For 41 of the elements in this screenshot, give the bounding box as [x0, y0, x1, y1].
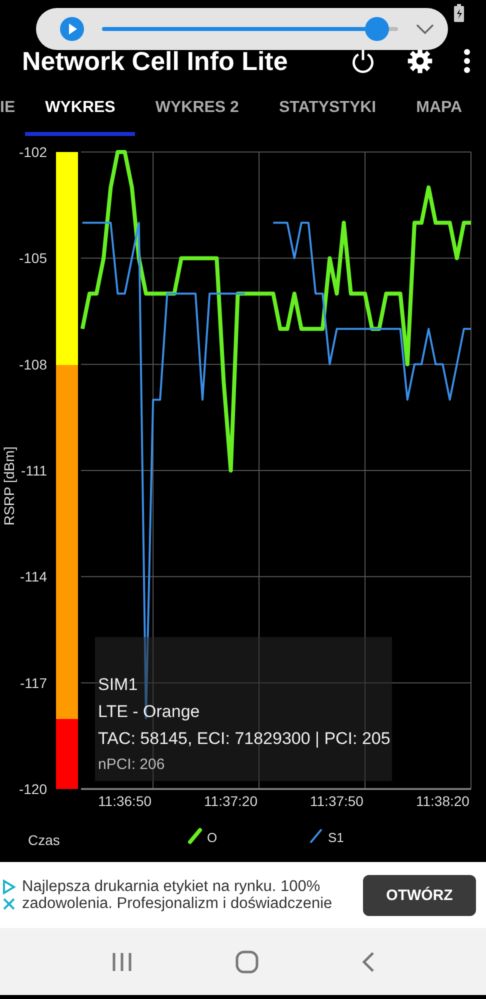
- power-icon[interactable]: [350, 48, 376, 74]
- ad-choices-icon[interactable]: [2, 879, 16, 895]
- back-icon[interactable]: [361, 950, 375, 972]
- legend-swatch: [188, 828, 202, 844]
- tick-label: -114: [20, 568, 47, 585]
- info-line: LTE - Orange: [98, 702, 201, 722]
- tick-label: -102: [18, 144, 47, 160]
- legend-swatch: [310, 829, 322, 843]
- app-title: Network Cell Info Lite: [22, 46, 289, 76]
- tick-label: 11:36:50: [98, 793, 152, 809]
- home-icon[interactable]: [235, 950, 259, 974]
- info-line: SIM1: [98, 675, 139, 695]
- info-line: TAC: 58145, ECI: 71829300 | PCI: 205: [98, 729, 392, 749]
- info-line: nPCI: 206: [98, 756, 166, 773]
- more-menu-icon[interactable]: [464, 49, 470, 73]
- recent-apps-icon[interactable]: [111, 950, 133, 972]
- ad-text: Najlepsza drukarnia etykiet na rynku. 100% zadowolenia. Profesjonalizm i doświadczenie: [22, 878, 334, 912]
- tick-label: 11:37:50: [310, 793, 364, 809]
- open-button[interactable]: OTWÓRZ: [363, 874, 476, 916]
- tab[interactable]: STATYSTYKI: [258, 84, 396, 136]
- tick-label: -117: [20, 674, 47, 691]
- axis-title: RSRP [dBm]: [1, 446, 17, 526]
- chevron-down-icon[interactable]: [416, 24, 434, 34]
- legend-label: S1: [328, 830, 344, 845]
- volume-slider[interactable]: [102, 17, 398, 41]
- tick-label: -120: [18, 781, 47, 797]
- tick-label: 11:37:20: [204, 793, 258, 809]
- tick-label: -105: [18, 250, 47, 266]
- settings-icon[interactable]: [406, 47, 434, 75]
- tick-label: -111: [21, 462, 47, 478]
- close-icon[interactable]: [2, 897, 16, 911]
- battery-icon: [454, 4, 464, 22]
- tab[interactable]: WYKRES 2: [135, 84, 259, 136]
- tab[interactable]: MAPA: [396, 84, 482, 136]
- tab[interactable]: IE: [0, 84, 26, 136]
- tick-label: -108: [18, 356, 47, 372]
- play-icon[interactable]: [60, 17, 84, 41]
- tab[interactable]: WYKRES: [25, 84, 136, 136]
- legend-label: O: [207, 830, 218, 845]
- tick-label: 11:38:20: [416, 793, 470, 809]
- axis-title: Czas: [28, 832, 60, 848]
